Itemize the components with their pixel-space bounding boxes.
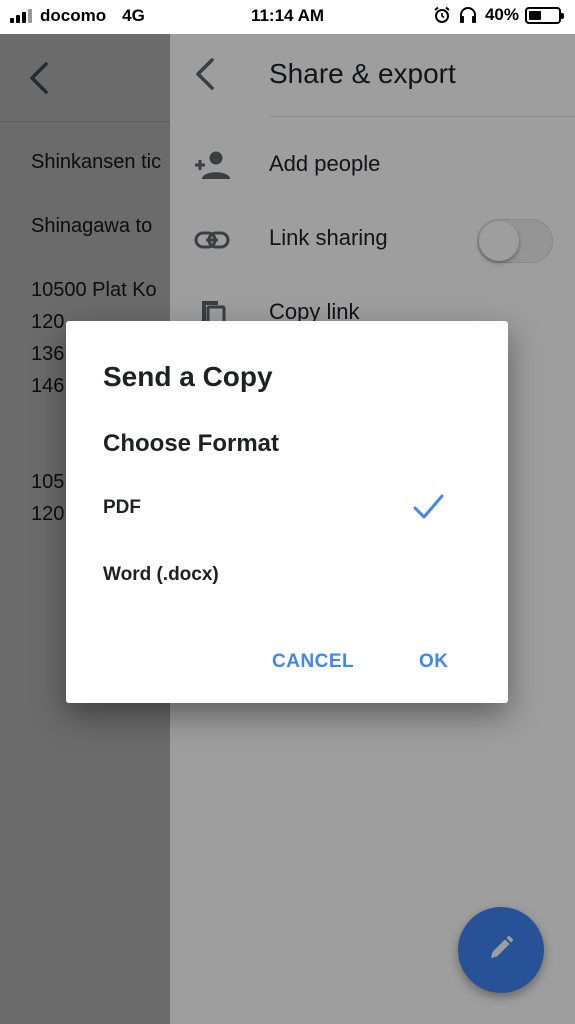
dialog-subtitle: Choose Format [103,430,280,457]
cancel-button[interactable]: CANCEL [272,651,354,673]
battery-icon [525,6,564,24]
dialog-title: Send a Copy [103,361,273,392]
alarm-icon [433,6,451,24]
dialog-actions: CANCEL OK [66,641,508,685]
send-copy-dialog: Send a Copy Choose Format PDF Word (.doc… [66,321,508,703]
format-option-label: Word (.docx) [103,564,219,585]
battery-percent: 40% [484,5,519,24]
format-option-docx[interactable]: Word (.docx) [66,546,508,606]
status-right: 40% [433,5,564,25]
format-option-label: PDF [103,497,141,518]
ok-button[interactable]: OK [419,651,449,673]
status-bar: docomo 4G 11:14 AM 40% [0,0,575,34]
checkmark-icon [411,492,445,522]
format-option-pdf[interactable]: PDF [66,479,508,539]
headphones-icon [459,6,477,24]
